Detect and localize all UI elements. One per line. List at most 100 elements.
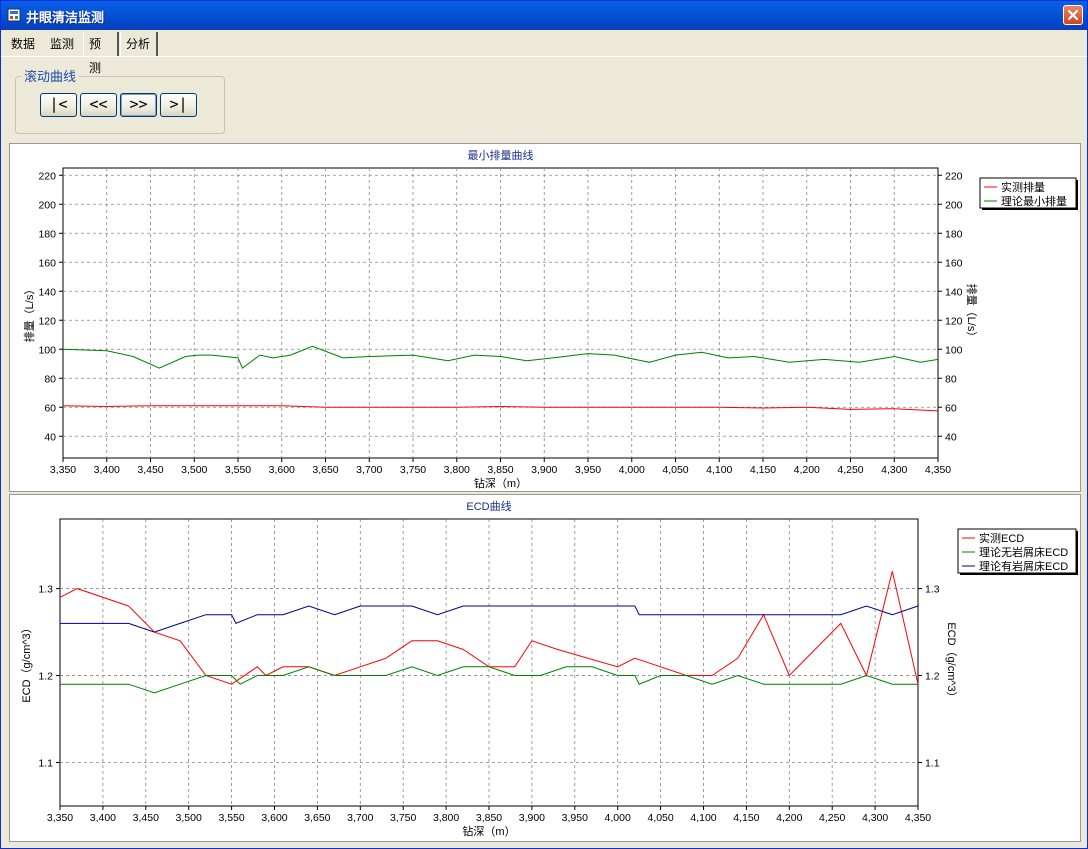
- x-tick-label: 3,450: [137, 464, 163, 476]
- last-page-button[interactable]: >|: [160, 93, 197, 117]
- first-page-button[interactable]: |<: [40, 93, 77, 117]
- chart-title: 最小排量曲线: [468, 148, 534, 162]
- tab-analysis[interactable]: 分析: [120, 32, 158, 56]
- y-tick-label: 80: [44, 373, 56, 385]
- x-tick-label: 4,300: [881, 464, 907, 476]
- y-axis-label-right: ECD（g/cm^3）: [945, 622, 958, 702]
- window-title: 井眼清洁监测: [26, 11, 105, 26]
- y-tick-label-right: 80: [945, 373, 957, 385]
- tab-analysis-label: 分析: [126, 37, 151, 51]
- y-tick-label-right: 1.2: [925, 671, 940, 683]
- x-tick-label: 3,550: [218, 812, 244, 824]
- legend-entry: 理论有岩屑床ECD: [979, 559, 1068, 573]
- legend-entry: 实测排量: [1001, 180, 1045, 194]
- x-tick-label: 4,050: [662, 464, 688, 476]
- app-icon: [7, 8, 21, 22]
- x-tick-label: 3,750: [400, 464, 426, 476]
- legend-entry: 实测ECD: [979, 531, 1024, 545]
- y-axis-label-right: 排量（L/s）: [965, 284, 979, 343]
- y-tick-label: 140: [38, 286, 56, 298]
- x-tick-label: 3,600: [261, 812, 287, 824]
- x-tick-label: 3,850: [476, 812, 502, 824]
- tab-data[interactable]: 数据: [6, 32, 42, 56]
- tab-divider: [1, 56, 1087, 57]
- flow-chart-panel: 最小排量曲线 3,350 3,400 3,450 3,500 3,550 3,600 3,65…: [9, 143, 1081, 492]
- min-flow-chart: 最小排量曲线 3,350 3,400 3,450 3,500 3,550 3,600 3,65…: [22, 148, 1078, 490]
- main-window: 井眼清洁监测 数据 监测 预测 分析 滚动曲线 |< << >> >| 最小排量…: [0, 0, 1088, 849]
- y-tick-label: 160: [38, 257, 56, 269]
- x-tick-label: 3,800: [433, 812, 459, 824]
- x-tick-label: 3,400: [90, 812, 116, 824]
- x-tick-label: 3,400: [94, 464, 120, 476]
- x-tick-label: 3,850: [487, 464, 513, 476]
- x-tick-label: 3,450: [133, 812, 159, 824]
- x-tick-label: 3,350: [47, 812, 73, 824]
- x-tick-label: 4,100: [690, 812, 716, 824]
- x-tick-label: 3,900: [531, 464, 557, 476]
- x-tick-label: 4,000: [619, 464, 645, 476]
- x-axis-label: 钻深（m）: [462, 824, 515, 838]
- y-tick-label: 200: [38, 199, 56, 211]
- x-tick-label: 4,350: [905, 812, 931, 824]
- x-tick-label: 3,950: [562, 812, 588, 824]
- x-tick-label: 4,350: [925, 464, 951, 476]
- x-tick-label: 4,300: [862, 812, 888, 824]
- y-tick-label-right: 200: [945, 199, 963, 211]
- y-tick-label-right: 120: [945, 315, 963, 327]
- ecd-chart: ECD曲线 3,350 3,400 3,450 3,500 3,550 3,600 3,650…: [20, 499, 1078, 838]
- tab-monitor[interactable]: 监测: [45, 32, 83, 56]
- y-tick-label: 220: [38, 170, 56, 182]
- y-tick-label-right: 180: [945, 228, 963, 240]
- x-tick-label: 4,250: [819, 812, 845, 824]
- x-tick-label: 3,650: [312, 464, 338, 476]
- x-axis-label: 钻深（m）: [474, 476, 527, 490]
- x-tick-label: 3,700: [356, 464, 382, 476]
- x-tick-label: 3,950: [575, 464, 601, 476]
- x-tick-label: 4,200: [794, 464, 820, 476]
- y-tick-label: 1.3: [38, 584, 53, 596]
- y-tick-label-right: 100: [945, 344, 963, 356]
- x-tick-label: 4,200: [776, 812, 802, 824]
- x-tick-label: 3,800: [444, 464, 470, 476]
- y-tick-label-right: 60: [945, 402, 957, 414]
- close-button[interactable]: [1063, 5, 1083, 25]
- x-tick-label: 3,500: [181, 464, 207, 476]
- tab-predict[interactable]: 预测: [83, 32, 119, 75]
- y-tick-label-right: 140: [945, 286, 963, 298]
- y-tick-label: 120: [38, 315, 56, 327]
- y-tick-label-right: 220: [945, 170, 963, 182]
- x-tick-label: 4,100: [706, 464, 732, 476]
- y-tick-label-right: 160: [945, 257, 963, 269]
- next-page-button[interactable]: >>: [120, 93, 157, 117]
- y-tick-label: 1.1: [38, 758, 53, 770]
- x-tick-label: 4,250: [837, 464, 863, 476]
- y-tick-label: 1.2: [38, 671, 53, 683]
- close-icon: [1067, 9, 1079, 21]
- x-tick-label: 3,550: [225, 464, 251, 476]
- tab-monitor-label: 监测: [50, 37, 75, 51]
- scroll-group-label: 滚动曲线: [21, 66, 80, 85]
- x-tick-label: 3,350: [50, 464, 76, 476]
- y-tick-label: 40: [44, 431, 56, 443]
- ecd-chart-panel: ECD曲线 3,350 3,400 3,450 3,500 3,550 3,600 3,650…: [9, 494, 1081, 842]
- x-tick-label: 3,650: [304, 812, 330, 824]
- y-axis-label: ECD（g/cm^3）: [20, 622, 33, 702]
- y-tick-label: 100: [38, 344, 56, 356]
- x-tick-label: 4,150: [733, 812, 759, 824]
- tab-data-label: 数据: [11, 37, 36, 51]
- x-tick-label: 3,700: [347, 812, 373, 824]
- y-tick-label-right: 40: [945, 431, 957, 443]
- legend-entry: 理论无岩屑床ECD: [979, 545, 1068, 559]
- title-bar[interactable]: 井眼清洁监测: [1, 1, 1087, 30]
- y-tick-label-right: 1.1: [925, 758, 940, 770]
- x-tick-label: 3,900: [519, 812, 545, 824]
- x-tick-label: 3,750: [390, 812, 416, 824]
- y-axis-label: 排量（L/s）: [22, 284, 36, 343]
- y-tick-label: 180: [38, 228, 56, 240]
- prev-page-button[interactable]: <<: [80, 93, 117, 117]
- x-tick-label: 4,050: [647, 812, 673, 824]
- y-tick-label-right: 1.3: [925, 584, 940, 596]
- x-tick-label: 4,000: [605, 812, 631, 824]
- y-tick-label: 60: [44, 402, 56, 414]
- x-tick-label: 3,600: [269, 464, 295, 476]
